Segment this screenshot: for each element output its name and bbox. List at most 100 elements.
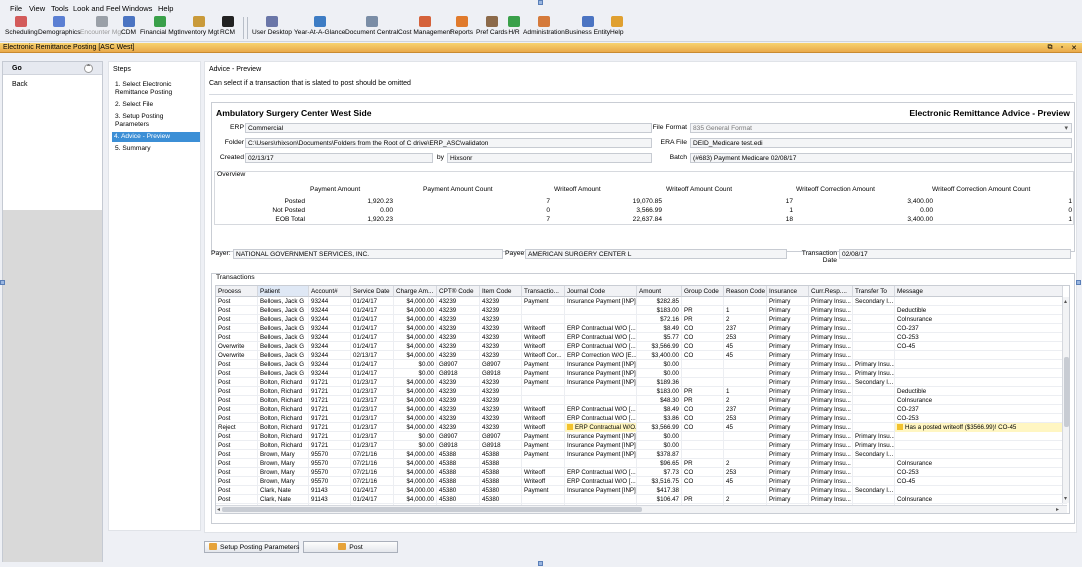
table-row[interactable]: PostClark, Nate9114301/24/17$4,000.00453… [216,486,1067,495]
toolbar-reports-button[interactable]: Reports [450,16,473,40]
step-select-erp[interactable]: 1. Select Electronic Remittance Posting [113,80,198,98]
menu-view[interactable]: View [29,4,45,13]
table-row[interactable]: Post Bolton, Richard 91721 01/23/17 $4,000.0… [216,405,1067,414]
cell-process[interactable]: Post [216,333,258,342]
horizontal-scrollbar[interactable]: ◂ ▸ [216,505,1067,513]
scroll-right-icon[interactable]: ▸ [1056,506,1059,513]
menu-tools[interactable]: Tools [51,4,69,13]
toolbar-calendar-button[interactable]: Year-At-A-Glance [294,16,345,40]
cell-process[interactable]: Post [216,396,258,405]
table-row[interactable]: Post Brown, Mary 95570 07/21/16 $4,000.00 453… [216,468,1067,477]
cell-process[interactable]: Post [216,360,258,369]
table-row[interactable]: Post Bolton, Richard 91721 01/23/17 $4,000.0… [216,414,1067,423]
maximize-window-icon[interactable]: ▫ [1058,44,1066,51]
close-window-icon[interactable]: ✕ [1070,44,1078,52]
toolbar-scheduling-button[interactable]: Scheduling [5,16,38,40]
column-header-current-responsibility[interactable]: Curr.Resp.... [809,286,853,297]
toolbar-rcm-button[interactable]: RCM [220,16,235,40]
table-row[interactable]: Post Bellows, Jack G 93244 01/24/17 $4,000.0… [216,333,1067,342]
column-header-cpt-code[interactable]: CPT® Code [437,286,480,297]
back-link[interactable]: Back [12,81,28,88]
cell-process[interactable]: Post [216,459,258,468]
table-row[interactable]: Post Brown, Mary 95570 07/21/16 $4,000.00 453… [216,477,1067,486]
column-header-patient[interactable]: Patient [258,286,309,297]
column-header-transaction-type[interactable]: Transactio... [522,286,565,297]
column-header-insurance[interactable]: Insurance [767,286,809,297]
toolbar-user-desktop-button[interactable]: User Desktop [252,16,292,40]
cell-process[interactable]: Post [216,369,258,378]
column-header-group-code[interactable]: Group Code [682,286,724,297]
step-summary[interactable]: 5. Summary [113,144,198,154]
toolbar-inventory-button[interactable]: Inventory Mgt [179,16,219,40]
table-row[interactable]: Post Brown, Mary 95570 07/21/16 $4,000.00 453… [216,450,1067,459]
table-row[interactable]: Post Bolton, Richard 91721 01/23/17 $0.00 G89… [216,432,1067,441]
table-row[interactable]: Post Bellows, Jack G 93244 01/24/17 $4,000.0… [216,306,1067,315]
step-select-file[interactable]: 2. Select File [113,100,198,110]
cell-process[interactable]: Reject [216,423,258,432]
table-row[interactable]: Post Bellows, Jack G 93244 01/24/17 $4,000.0… [216,324,1067,333]
cell-process[interactable]: Overwrite [216,351,258,360]
table-row[interactable]: Post Bolton, Richard 91721 01/23/17 $0.00 G89… [216,441,1067,450]
cell-process[interactable]: Post [216,387,258,396]
collapse-up-icon[interactable]: ⌃ [84,64,93,73]
cell-process[interactable]: Post [216,414,258,423]
toolbar-hr-button[interactable]: H/R [508,16,520,40]
column-header-amount[interactable]: Amount [637,286,682,297]
toolbar-cost-button[interactable]: Cost Management [398,16,452,40]
cell-process[interactable]: Post [216,306,258,315]
toolbar-document-button[interactable]: Document Central [345,16,398,40]
toolbar-demographics-button[interactable]: Demographics [38,16,81,40]
table-row[interactable]: Post Bolton, Richard 91721 01/23/17 $4,000.0… [216,387,1067,396]
column-header-charge-amount[interactable]: Charge Am... [394,286,437,297]
menu-windows[interactable]: Windows [122,4,152,13]
horizontal-scroll-thumb[interactable] [222,507,642,512]
column-header-item-code[interactable]: Item Code [480,286,522,297]
float-window-icon[interactable]: ⧉ [1046,44,1054,52]
vertical-scroll-thumb[interactable] [1064,357,1069,427]
column-header-message[interactable]: Message [895,286,1063,297]
table-row[interactable]: PostClark, Nate9114301/24/17$4,000.00453… [216,495,1067,504]
scroll-left-icon[interactable]: ◂ [217,506,220,513]
toolbar-business-button[interactable]: Business Entity [565,16,610,40]
menu-look-and-feel[interactable]: Look and Feel [73,4,121,13]
column-header-process[interactable]: Process [216,286,258,297]
toolbar-financial-button[interactable]: Financial Mgt [140,16,179,40]
column-header-transfer-to[interactable]: Transfer To [853,286,895,297]
cell-process[interactable]: Post [216,297,258,306]
table-row[interactable]: Overwrite Bellows, Jack G 93244 02/13/17 $4,… [216,351,1067,360]
setup-posting-parameters-button[interactable]: Setup Posting Parameters [204,541,299,553]
cell-process[interactable]: Post [216,378,258,387]
toolbar-help-button[interactable]: Help [610,16,624,40]
vertical-scrollbar[interactable]: ▴ ▾ [1062,297,1069,503]
toolbar-pref-cards-button[interactable]: Pref Cards [476,16,508,40]
step-setup-posting-parameters[interactable]: 3. Setup Posting Parameters [113,112,198,130]
post-button[interactable]: Post [303,541,398,553]
cell-process[interactable]: Post [216,441,258,450]
column-header-account[interactable]: Account# [309,286,351,297]
menu-file[interactable]: File [10,4,22,13]
cell-process[interactable]: Post [216,495,258,504]
cell-process[interactable]: Post [216,486,258,495]
cell-process[interactable]: Post [216,477,258,486]
cell-process[interactable]: Post [216,405,258,414]
column-header-service-date[interactable]: Service Date [351,286,394,297]
file-format-dropdown[interactable]: 835 General Format [690,123,1072,133]
scroll-up-icon[interactable]: ▴ [1064,298,1067,305]
table-row[interactable]: Post Bellows, Jack G 93244 01/24/17 $4,000.0… [216,297,1067,306]
table-row[interactable]: Post Bellows, Jack G 93244 01/24/17 $0.00 G89… [216,369,1067,378]
toolbar-cdm-button[interactable]: CDM [121,16,136,40]
table-row[interactable]: Post Bolton, Richard 91721 01/23/17 $4,000.0… [216,396,1067,405]
table-row[interactable]: Reject Bolton, Richard 91721 01/23/17 $4,000… [216,423,1067,432]
table-row[interactable]: Post Bellows, Jack G 93244 01/24/17 $4,000.0… [216,315,1067,324]
menu-help[interactable]: Help [158,4,173,13]
toolbar-encounter-button[interactable]: Encounter Mgr [80,16,123,40]
cell-process[interactable]: Post [216,324,258,333]
table-row[interactable]: Post Bellows, Jack G 93244 01/24/17 $0.00 G89… [216,360,1067,369]
column-header-journal-code[interactable]: Journal Code [565,286,637,297]
table-row[interactable]: Overwrite Bellows, Jack G 93244 01/24/17 $4,… [216,342,1067,351]
step-advice-preview[interactable]: 4. Advice - Preview [112,132,200,142]
cell-process[interactable]: Post [216,432,258,441]
cell-process[interactable]: Post [216,315,258,324]
table-row[interactable]: Post Brown, Mary 95570 07/21/16 $4,000.00 453… [216,459,1067,468]
cell-process[interactable]: Post [216,450,258,459]
